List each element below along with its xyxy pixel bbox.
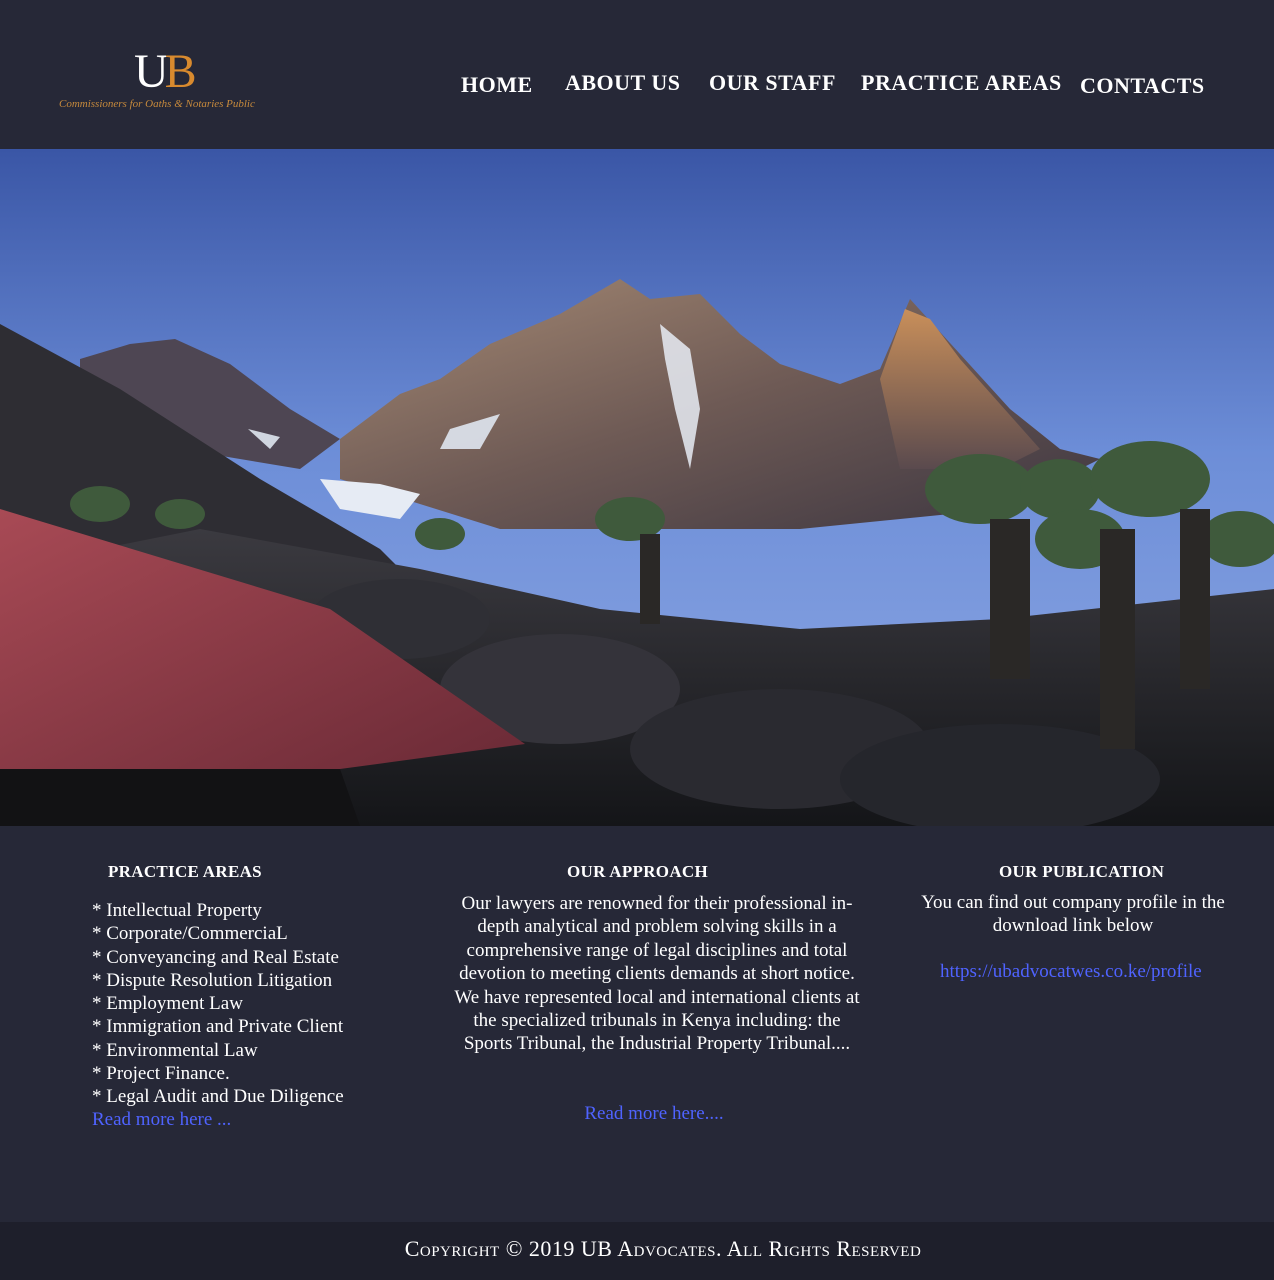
nav-contacts[interactable]: CONTACTS — [1080, 73, 1205, 99]
list-item: * Dispute Resolution Litigation — [92, 969, 333, 991]
list-item: * Legal Audit and Due Diligence — [92, 1086, 344, 1108]
practice-areas-heading: PRACTICE AREAS — [108, 862, 262, 881]
nav-our-staff[interactable]: OUR STAFF — [709, 70, 836, 96]
practice-read-more-link[interactable]: Read more here ... — [92, 1109, 231, 1131]
list-item: * Conveyancing and Real Estate — [92, 946, 339, 968]
list-item: * Immigration and Private Client — [92, 1016, 344, 1038]
approach-read-more-link[interactable]: Read more here.... — [452, 1103, 856, 1125]
site-header: UB Commissioners for Oaths & Notaries Pu… — [0, 0, 1274, 149]
list-item: * Corporate/CommerciaL — [92, 923, 288, 945]
main-nav: HOME ABOUT US OUR STAFF PRACTICE AREAS C… — [0, 70, 1274, 102]
mountain-landscape-illustration — [0, 149, 1274, 826]
hero-image — [0, 149, 1274, 826]
nav-about-us[interactable]: ABOUT US — [565, 70, 680, 96]
list-item: * Employment Law — [92, 993, 243, 1015]
publication-text: You can find out company profile in the … — [921, 892, 1225, 937]
practice-areas-list: * Intellectual Property * Corporate/Comm… — [92, 899, 344, 1109]
our-approach-heading: OUR APPROACH — [567, 862, 709, 881]
our-publication-heading: OUR PUBLICATION — [999, 862, 1165, 881]
list-item: * Intellectual Property — [92, 900, 262, 921]
profile-download-link[interactable]: https://ubadvocatwes.co.ke/profile — [940, 961, 1202, 983]
list-item: * Project Finance. — [92, 1063, 230, 1085]
copyright-text: Copyright © 2019 UB Advocates. All Right… — [404, 1236, 922, 1261]
nav-home[interactable]: HOME — [461, 72, 533, 98]
nav-practice-areas[interactable]: PRACTICE AREAS — [861, 70, 1062, 96]
our-approach-text: Our lawyers are renowned for their profe… — [454, 893, 860, 1055]
site-footer: Copyright © 2019 UB Advocates. All Right… — [0, 1222, 1274, 1280]
list-item: * Environmental Law — [92, 1039, 258, 1061]
